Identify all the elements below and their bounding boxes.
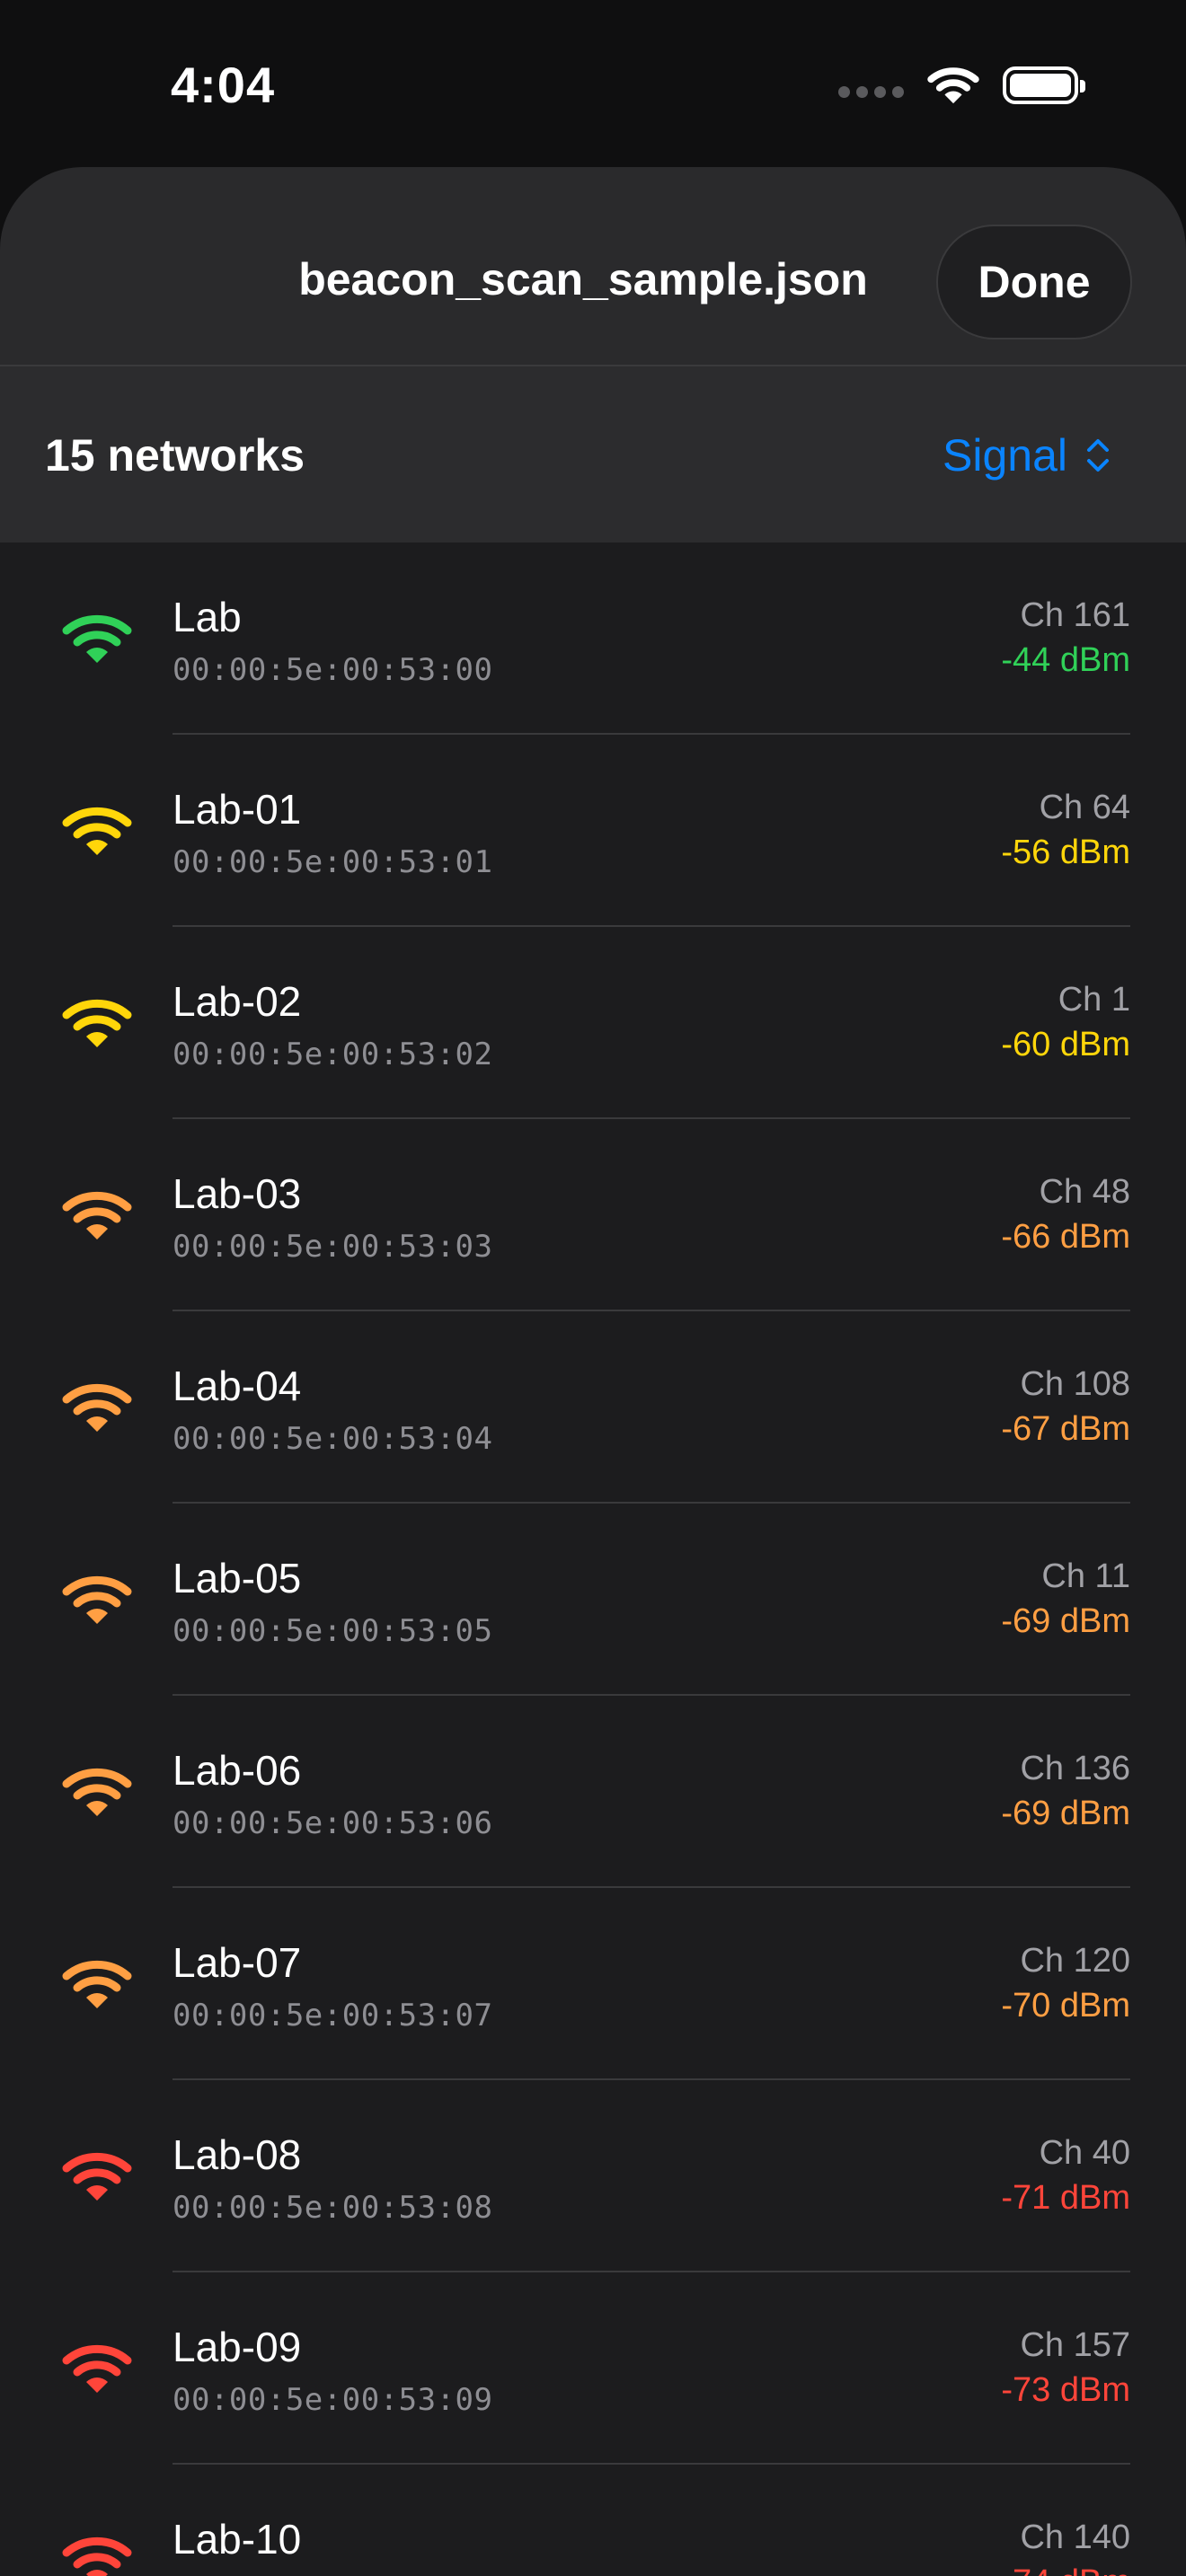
network-row[interactable]: Lab-09 00:00:5e:00:53:09 Ch 157 -73 dBm — [0, 2272, 1186, 2465]
screen: 4:04 beacon_scan_sample.json Done 15 net… — [0, 0, 1186, 2576]
status-icons — [838, 63, 1085, 108]
network-name: Lab-08 — [173, 2131, 302, 2178]
wifi-strong-icon — [62, 614, 132, 663]
network-channel: Ch 161 — [1020, 596, 1130, 634]
network-rssi: -70 dBm — [1001, 1987, 1130, 2025]
network-bssid: 00:00:5e:00:53:04 — [173, 1421, 493, 1457]
network-name: Lab-10 — [173, 2516, 302, 2563]
wifi-good-icon — [62, 807, 132, 855]
network-bssid: 00:00:5e:00:53:08 — [173, 2190, 493, 2226]
wifi-fair-icon — [62, 1191, 132, 1239]
done-button[interactable]: Done — [936, 225, 1132, 340]
cellular-signal-icon — [838, 85, 904, 98]
network-name: Lab — [173, 594, 242, 640]
network-name: Lab-01 — [173, 786, 302, 833]
sheet: beacon_scan_sample.json Done 15 networks… — [0, 167, 1186, 2576]
wifi-fair-icon — [62, 1768, 132, 1816]
sheet-header: beacon_scan_sample.json Done — [0, 167, 1186, 366]
network-name: Lab-05 — [173, 1555, 302, 1601]
network-bssid: 00:00:5e:00:53:07 — [173, 1998, 493, 2033]
network-row[interactable]: Lab-1000:00:5e:00:53:10Ch 140-74 dBm — [0, 2465, 1186, 2576]
network-list: Lab 00:00:5e:00:53:00 Ch 161 -44 dBm Lab-01 0… — [0, 543, 1186, 2576]
network-name: Lab-02 — [173, 978, 302, 1025]
network-rssi: -44 dBm — [1001, 641, 1130, 679]
network-row[interactable]: Lab-02 00:00:5e:00:53:02 Ch 1 -60 dBm — [0, 927, 1186, 1119]
network-channel: Ch 136 — [1020, 1750, 1130, 1787]
wifi-good-icon — [62, 999, 132, 1047]
network-channel: Ch 64 — [1039, 789, 1130, 826]
network-rssi: -56 dBm — [1001, 834, 1130, 871]
network-bssid: 00:00:5e:00:53:00 — [173, 652, 493, 688]
network-rssi: -71 dBm — [1001, 2179, 1130, 2217]
network-rssi: -69 dBm — [1001, 1602, 1130, 1640]
network-row[interactable]: Lab 00:00:5e:00:53:00 Ch 161 -44 dBm — [0, 543, 1186, 735]
network-rssi: -74 dBm — [1001, 2563, 1130, 2576]
network-channel: Ch 40 — [1039, 2134, 1130, 2172]
network-name: Lab-03 — [173, 1170, 302, 1217]
network-rssi: -73 dBm — [1001, 2371, 1130, 2409]
network-rssi: -60 dBm — [1001, 1026, 1130, 1063]
wifi-fair-icon — [62, 1575, 132, 1624]
wifi-weak-icon — [62, 2344, 132, 2393]
sort-label: Signal — [943, 430, 1067, 481]
network-name: Lab-04 — [173, 1363, 302, 1409]
network-rssi: -66 dBm — [1001, 1218, 1130, 1256]
network-row[interactable]: Lab-03 00:00:5e:00:53:03 Ch 48 -66 dBm — [0, 1119, 1186, 1311]
summary-bar: 15 networks Signal — [0, 366, 1186, 543]
network-row[interactable]: Lab-01 00:00:5e:00:53:01 Ch 64 -56 dBm — [0, 735, 1186, 927]
network-channel: Ch 1 — [1058, 981, 1130, 1019]
network-count: 15 networks — [45, 430, 305, 481]
wifi-weak-icon — [62, 2536, 132, 2576]
network-name: Lab-06 — [173, 1747, 302, 1794]
network-bssid: 00:00:5e:00:53:09 — [173, 2382, 493, 2418]
sort-button[interactable]: Signal — [943, 429, 1111, 481]
chevron-up-down-icon — [1087, 439, 1109, 472]
status-bar: 4:04 — [0, 0, 1186, 162]
wifi-status-icon — [927, 67, 979, 104]
network-bssid: 00:00:5e:00:53:03 — [173, 1229, 493, 1265]
network-bssid: 00:00:5e:00:53:01 — [173, 844, 493, 880]
network-row[interactable]: Lab-08 00:00:5e:00:53:08 Ch 40 -71 dBm — [0, 2080, 1186, 2272]
network-channel: Ch 48 — [1039, 1173, 1130, 1211]
status-time: 4:04 — [171, 57, 276, 113]
wifi-fair-icon — [62, 1383, 132, 1432]
network-name: Lab-09 — [173, 2324, 302, 2370]
network-channel: Ch 108 — [1020, 1365, 1130, 1403]
network-row[interactable]: Lab-05 00:00:5e:00:53:05 Ch 11 -69 dBm — [0, 1504, 1186, 1696]
network-rssi: -67 dBm — [1001, 1410, 1130, 1448]
network-channel: Ch 11 — [1041, 1557, 1130, 1595]
wifi-fair-icon — [62, 1960, 132, 2008]
battery-icon — [1003, 66, 1085, 104]
network-bssid: 00:00:5e:00:53:05 — [173, 1613, 493, 1649]
network-bssid: 00:00:5e:00:53:06 — [173, 1805, 493, 1841]
network-bssid: 00:00:5e:00:53:02 — [173, 1037, 493, 1072]
network-row[interactable]: Lab-07 00:00:5e:00:53:07 Ch 120 -70 dBm — [0, 1888, 1186, 2080]
network-channel: Ch 140 — [1020, 2519, 1130, 2556]
network-channel: Ch 120 — [1020, 1942, 1130, 1980]
network-channel: Ch 157 — [1020, 2326, 1130, 2364]
network-row[interactable]: Lab-04 00:00:5e:00:53:04 Ch 108 -67 dBm — [0, 1311, 1186, 1504]
wifi-weak-icon — [62, 2152, 132, 2201]
network-row[interactable]: Lab-06 00:00:5e:00:53:06 Ch 136 -69 dBm — [0, 1696, 1186, 1888]
network-name: Lab-07 — [173, 1939, 302, 1986]
network-rssi: -69 dBm — [1001, 1795, 1130, 1832]
